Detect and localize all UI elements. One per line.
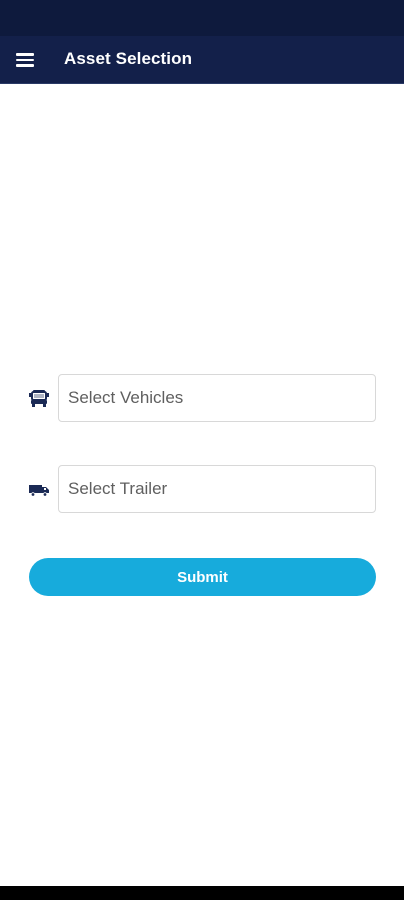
select-trailer-input[interactable] bbox=[58, 465, 376, 513]
trailer-truck-icon bbox=[29, 485, 49, 497]
truck-front-icon bbox=[29, 390, 49, 407]
select-vehicles-input[interactable] bbox=[58, 374, 376, 422]
system-nav-bar bbox=[0, 886, 404, 900]
app-bar: Asset Selection bbox=[0, 36, 404, 84]
page-title: Asset Selection bbox=[64, 49, 193, 68]
trailer-field-row bbox=[28, 465, 378, 513]
status-bar bbox=[0, 0, 404, 36]
hamburger-menu-icon[interactable] bbox=[13, 50, 37, 70]
vehicle-field-row bbox=[28, 374, 378, 422]
app-bar-divider bbox=[0, 83, 404, 84]
submit-button[interactable]: Submit bbox=[29, 558, 376, 596]
